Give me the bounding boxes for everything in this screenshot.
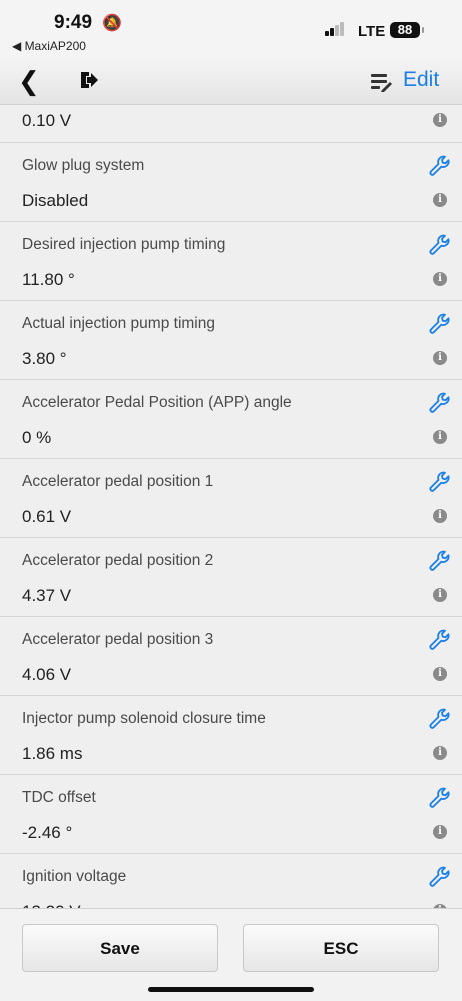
wrench-icon[interactable] — [428, 154, 452, 178]
list-item[interactable]: Desired injection pump timing 11.80 ° i — [0, 222, 462, 301]
battery-icon: 88 — [390, 22, 420, 38]
parameter-list[interactable]: 0.10 V i Glow plug system Disabled i Desire… — [0, 105, 462, 908]
parameter-label: Accelerator Pedal Position (APP) angle — [22, 394, 292, 411]
wrench-icon[interactable] — [428, 233, 452, 257]
wrench-icon[interactable] — [428, 628, 452, 652]
parameter-value: 1.86 ms — [22, 744, 83, 763]
info-icon[interactable]: i — [433, 430, 447, 444]
wrench-icon[interactable] — [428, 470, 452, 494]
parameter-value: Disabled — [22, 191, 89, 210]
parameter-label: Accelerator pedal position 3 — [22, 631, 214, 648]
list-item[interactable]: Accelerator pedal position 3 4.06 V i — [0, 617, 462, 696]
clock: 9:49 — [54, 12, 93, 33]
home-indicator[interactable] — [148, 987, 314, 992]
list-item: 0.10 V i — [0, 105, 462, 143]
info-icon[interactable]: i — [433, 509, 447, 523]
wrench-icon[interactable] — [428, 312, 452, 336]
info-icon[interactable]: i — [433, 746, 447, 760]
list-item[interactable]: TDC offset -2.46 ° i — [0, 775, 462, 854]
info-icon[interactable]: i — [433, 825, 447, 839]
parameter-label: Injector pump solenoid closure time — [22, 710, 266, 727]
silent-bell-icon: 🔕 — [102, 15, 122, 32]
list-item[interactable]: Injector pump solenoid closure time 1.86 … — [0, 696, 462, 775]
list-item[interactable]: Accelerator pedal position 2 4.37 V i — [0, 538, 462, 617]
nav-bar: ❮ Edit — [0, 58, 462, 105]
parameter-label: Desired injection pump timing — [22, 236, 226, 253]
parameter-label: Glow plug system — [22, 157, 145, 174]
save-button[interactable]: Save — [22, 924, 218, 972]
parameter-value: 4.06 V — [22, 665, 72, 684]
parameter-value: 3.80 ° — [22, 349, 67, 368]
cellular-signal-icon — [325, 22, 345, 36]
status-bar: 9:49 🔕 ◀ MaxiAP200 LTE 88 — [0, 0, 462, 58]
parameter-value: -2.46 ° — [22, 823, 73, 842]
edit-button[interactable]: Edit — [403, 68, 439, 92]
info-icon[interactable]: i — [433, 588, 447, 602]
parameter-value: 0.61 V — [22, 507, 72, 526]
info-icon[interactable]: i — [433, 113, 447, 127]
wrench-icon[interactable] — [428, 865, 452, 889]
list-item[interactable]: Glow plug system Disabled i — [0, 143, 462, 222]
parameter-value: 0.10 V — [22, 111, 72, 130]
wrench-icon[interactable] — [428, 549, 452, 573]
list-item[interactable]: Ignition voltage13.20 Vi — [0, 854, 462, 908]
parameter-label: Actual injection pump timing — [22, 315, 215, 332]
parameter-value: 0 % — [22, 428, 52, 447]
wrench-icon[interactable] — [428, 786, 452, 810]
info-icon[interactable]: i — [433, 351, 447, 365]
network-type: LTE — [358, 23, 386, 40]
parameter-value: 11.80 ° — [22, 270, 75, 289]
wrench-icon[interactable] — [428, 707, 452, 731]
back-to-app-link[interactable]: ◀ MaxiAP200 — [12, 39, 86, 53]
esc-button[interactable]: ESC — [243, 924, 439, 972]
bottom-toolbar: Save ESC — [0, 908, 462, 1001]
info-icon[interactable]: i — [433, 667, 447, 681]
info-icon[interactable]: i — [433, 272, 447, 286]
exit-icon[interactable] — [79, 70, 99, 90]
parameter-label: TDC offset — [22, 789, 96, 806]
list-edit-icon[interactable] — [370, 72, 392, 92]
battery-tip — [422, 27, 424, 33]
wrench-icon[interactable] — [428, 391, 452, 415]
list-item[interactable]: Accelerator pedal position 1 0.61 V i — [0, 459, 462, 538]
list-item[interactable]: Accelerator Pedal Position (APP) angle 0 … — [0, 380, 462, 459]
info-icon[interactable]: i — [433, 193, 447, 207]
parameter-label: Ignition voltage — [22, 868, 127, 885]
list-item[interactable]: Actual injection pump timing 3.80 ° i — [0, 301, 462, 380]
parameter-label: Accelerator pedal position 2 — [22, 552, 214, 569]
parameter-value: 4.37 V — [22, 586, 72, 605]
parameter-label: Accelerator pedal position 1 — [22, 473, 214, 490]
back-arrow-icon[interactable]: ❮ — [18, 66, 40, 97]
